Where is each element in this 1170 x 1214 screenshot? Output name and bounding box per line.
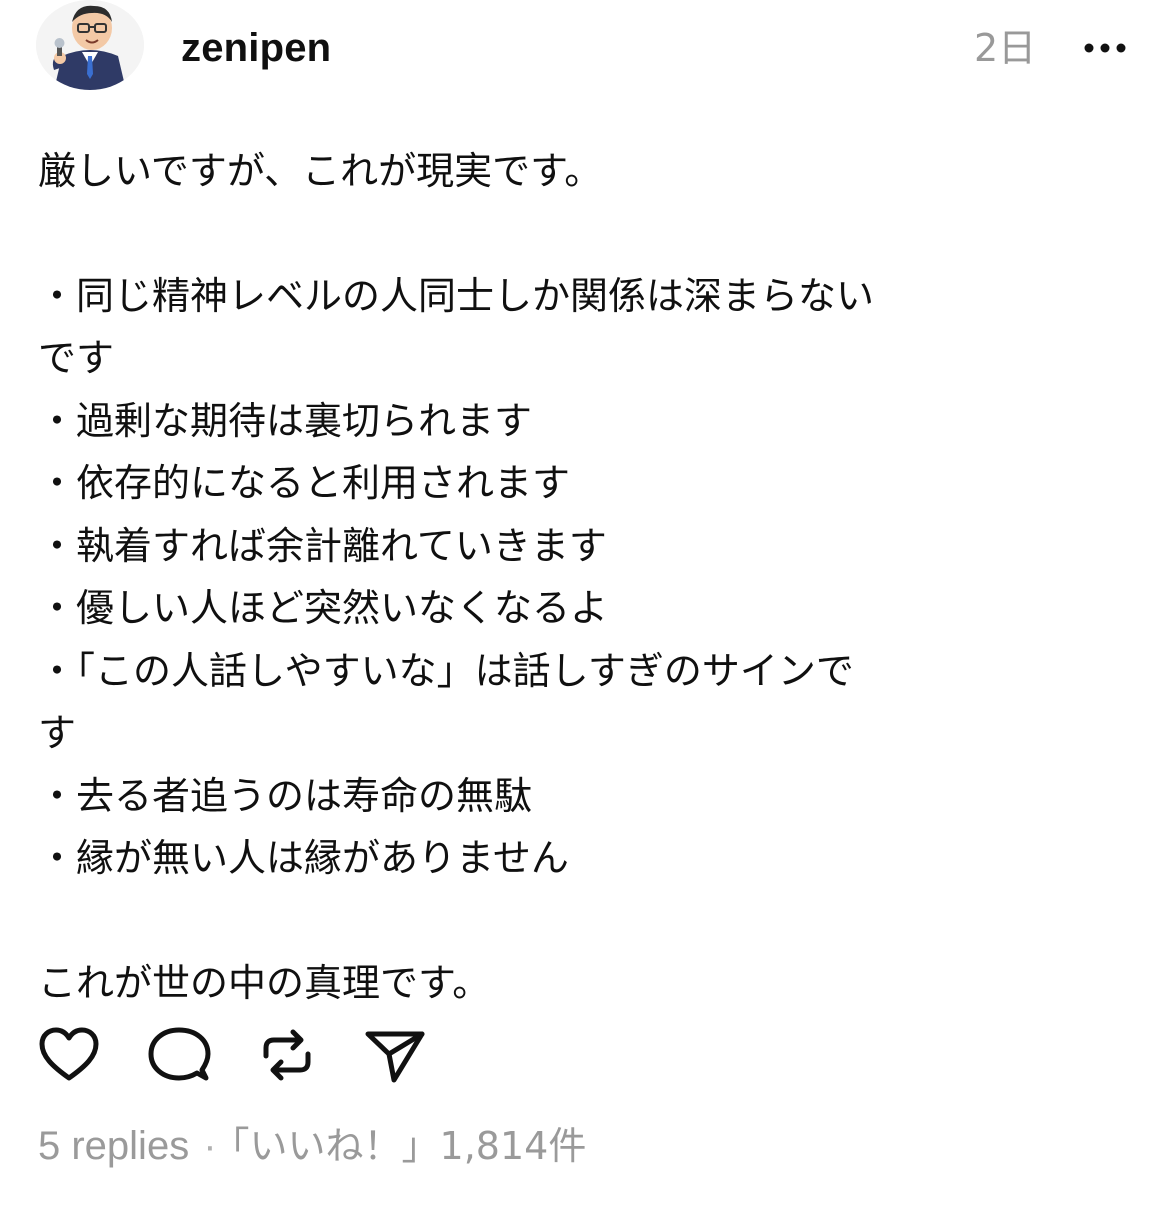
more-options-button[interactable] (1080, 30, 1130, 66)
post-header: zenipen 2日 (0, 0, 1170, 100)
post-line: ・縁が無い人は縁がありません (38, 836, 569, 880)
likes-count-link[interactable]: 「いいね！」1,814件 (231, 1124, 587, 1168)
replies-count-link[interactable]: 5 replies (38, 1124, 189, 1168)
post-timestamp: 2日 (974, 26, 1037, 70)
thread-post: zenipen 2日 厳しいですが、これが現実です。 ・同じ精神レベルの人同士し… (0, 0, 1170, 1214)
username[interactable]: zenipen (181, 24, 331, 72)
post-line: ・去る者追うのは寿命の無駄 (38, 773, 533, 818)
post-stats: 5 replies · 「いいね！」1,814件 (38, 1120, 586, 1172)
repost-icon (263, 1029, 311, 1081)
post-line: す (38, 711, 77, 755)
avatar[interactable] (36, 0, 144, 90)
post-line: ・優しい人ほど突然いなくなるよ (38, 586, 609, 630)
post-intro: 厳しいですが、これが現実です。 (38, 149, 603, 193)
send-icon (365, 1031, 425, 1083)
post-line: ・依存的になると利用されます (38, 461, 571, 505)
reply-button[interactable] (146, 1022, 212, 1088)
post-body: 厳しいですが、これが現実です。 ・同じ精神レベルの人同士しか関係は深まらない で… (38, 140, 978, 1014)
heart-icon (39, 1027, 99, 1081)
businessman-avatar-icon (36, 0, 144, 90)
stats-separator: · (203, 1124, 217, 1168)
repost-button[interactable] (254, 1022, 320, 1088)
more-dots-icon (1084, 43, 1126, 53)
post-line: ・執着すれば余計離れていきます (38, 523, 607, 568)
post-line: です (38, 336, 115, 380)
post-actions (36, 1022, 456, 1092)
post-line: ・「この人話しやすいな」は話しすぎのサインで (38, 648, 854, 693)
post-outro: これが世の中の真理です。 (38, 960, 491, 1005)
comment-bubble-icon (148, 1027, 211, 1081)
share-button[interactable] (362, 1022, 428, 1088)
post-line: ・同じ精神レベルの人同士しか関係は深まらない (38, 273, 875, 318)
like-button[interactable] (36, 1022, 102, 1088)
post-line: ・過剰な期待は裏切られます (38, 398, 533, 443)
